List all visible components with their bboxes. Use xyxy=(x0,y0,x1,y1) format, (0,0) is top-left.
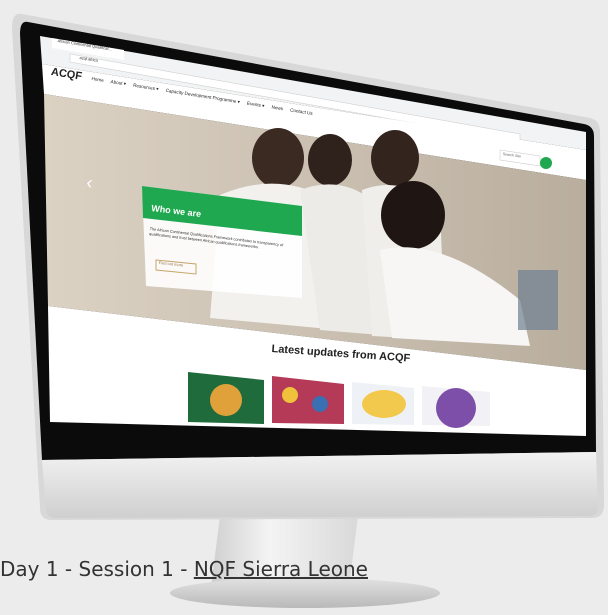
imac-mockup xyxy=(12,13,604,521)
thumbnail-2[interactable] xyxy=(272,376,344,424)
search-icon[interactable] xyxy=(540,157,552,169)
monitor-chin xyxy=(42,452,598,518)
